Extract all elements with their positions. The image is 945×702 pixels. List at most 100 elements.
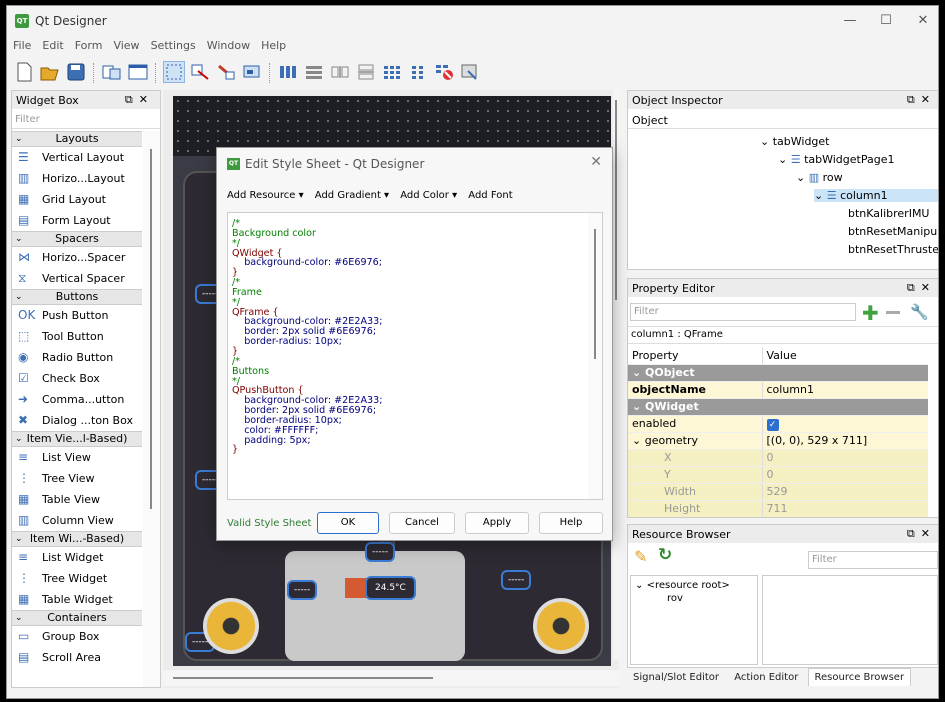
- widget-item[interactable]: ▦ Grid Layout: [12, 189, 142, 210]
- edit-buddies-icon[interactable]: [215, 61, 237, 83]
- tree-item-row[interactable]: ⌄ ▥ row: [796, 171, 843, 184]
- new-file-icon[interactable]: [13, 61, 35, 83]
- cancel-button[interactable]: Cancel: [389, 512, 455, 534]
- property-row[interactable]: Y0: [628, 466, 928, 484]
- tree-item[interactable]: btnResetManipul: [848, 225, 938, 238]
- remove-property-icon[interactable]: [886, 311, 900, 314]
- tree-item-column1[interactable]: ⌄ ☰ column1: [814, 189, 938, 202]
- property-row[interactable]: enabled ✓: [628, 415, 928, 433]
- widget-category[interactable]: ⌄ Layouts: [12, 131, 142, 147]
- window-icon[interactable]: [127, 61, 149, 83]
- edit-tab-order-icon[interactable]: [241, 61, 263, 83]
- widget-item[interactable]: ▭ Group Box: [12, 626, 142, 647]
- form-vertical-scrollbar[interactable]: [613, 90, 619, 660]
- widget-item[interactable]: ☑ Check Box: [12, 368, 142, 389]
- checkbox-checked-icon[interactable]: ✓: [766, 418, 779, 431]
- edit-widgets-icon[interactable]: [163, 61, 185, 83]
- stylesheet-editor[interactable]: /* Background color */ QWidget { backgro…: [227, 212, 603, 500]
- widget-item[interactable]: ▦ Table Widget: [12, 589, 142, 610]
- menu-help[interactable]: Help: [255, 36, 291, 52]
- menu-edit[interactable]: Edit: [36, 36, 68, 52]
- widget-mode-icon[interactable]: [101, 61, 123, 83]
- widget-item[interactable]: ☰ Vertical Layout: [12, 147, 142, 168]
- open-folder-icon[interactable]: [39, 61, 61, 83]
- property-row[interactable]: X0: [628, 449, 928, 467]
- configure-wrench-icon[interactable]: 🔧: [910, 303, 929, 321]
- resource-root-item[interactable]: ⌄ <resource root>: [635, 580, 753, 591]
- menu-window[interactable]: Window: [201, 36, 255, 52]
- dock-controls[interactable]: ⧉✕: [907, 527, 936, 541]
- save-icon[interactable]: [65, 61, 87, 83]
- widget-item[interactable]: ➜ Comma...utton: [12, 389, 142, 410]
- add-color-button[interactable]: Add Color ▾: [400, 190, 457, 201]
- widget-category[interactable]: ⌄ Buttons: [12, 289, 142, 305]
- menu-view[interactable]: View: [107, 36, 144, 52]
- property-row[interactable]: ⌄ geometry [(0, 0), 529 x 711]: [628, 432, 928, 450]
- widget-item[interactable]: OK Push Button: [12, 305, 142, 326]
- property-row[interactable]: ⌄ QWidget: [628, 398, 928, 416]
- menu-form[interactable]: Form: [69, 36, 108, 52]
- vertical-splitter-icon[interactable]: [355, 61, 377, 83]
- add-font-button[interactable]: Add Font: [468, 190, 512, 201]
- ok-button[interactable]: OK: [317, 512, 379, 534]
- adjust-size-icon[interactable]: [459, 61, 481, 83]
- widget-category[interactable]: ⌄ Item Wi...-Based): [12, 531, 142, 547]
- minimize-button[interactable]: —: [837, 12, 863, 30]
- tab-signal-slot-editor[interactable]: Signal/Slot Editor: [627, 669, 725, 686]
- tree-item[interactable]: btnKalibrerIMU: [848, 207, 929, 220]
- edit-resources-pencil-icon[interactable]: ✎: [634, 547, 647, 566]
- maximize-button[interactable]: ☐: [873, 12, 899, 30]
- form-button[interactable]: -----: [501, 570, 532, 590]
- widget-item[interactable]: ⬚ Tool Button: [12, 326, 142, 347]
- widget-item[interactable]: ▥ Column View: [12, 510, 142, 531]
- dock-controls[interactable]: ⧉✕: [125, 93, 154, 107]
- grid-layout-icon[interactable]: [381, 61, 403, 83]
- widget-item[interactable]: ⋈ Horizo...Spacer: [12, 247, 142, 268]
- widget-category[interactable]: ⌄ Containers: [12, 610, 142, 626]
- add-property-icon[interactable]: ✚: [862, 301, 879, 325]
- widget-item[interactable]: ⋮ Tree Widget: [12, 568, 142, 589]
- resource-item-rov[interactable]: rov: [635, 593, 753, 604]
- widget-item[interactable]: ▤ Form Layout: [12, 210, 142, 231]
- widget-item[interactable]: ▤ Scroll Area: [12, 647, 142, 668]
- property-row[interactable]: Height 711: [628, 500, 928, 517]
- tree-item-tabwidgetpage1[interactable]: ⌄ ☰ tabWidgetPage1: [778, 153, 894, 166]
- property-row[interactable]: ⌄ QObject: [628, 364, 928, 382]
- property-filter-input[interactable]: Filter: [630, 303, 856, 321]
- property-row[interactable]: objectName column1: [628, 381, 928, 399]
- edit-signals-icon[interactable]: [189, 61, 211, 83]
- widget-item[interactable]: ⋮ Tree View: [12, 468, 142, 489]
- tree-item-tabwidget[interactable]: ⌄ tabWidget: [760, 135, 830, 148]
- widget-item[interactable]: ⧖ Vertical Spacer: [12, 268, 142, 289]
- add-gradient-button[interactable]: Add Gradient ▾: [315, 190, 389, 201]
- menu-file[interactable]: File: [7, 36, 36, 52]
- tab-action-editor[interactable]: Action Editor: [728, 669, 804, 686]
- break-layout-icon[interactable]: [433, 61, 455, 83]
- widget-item[interactable]: ≡ List View: [12, 447, 142, 468]
- widget-item[interactable]: ◉ Radio Button: [12, 347, 142, 368]
- horizontal-splitter-icon[interactable]: [329, 61, 351, 83]
- widget-box-filter-input[interactable]: Filter: [12, 111, 160, 129]
- reload-icon[interactable]: ↻: [658, 545, 672, 565]
- widget-category[interactable]: ⌄ Item Vie...l-Based): [12, 431, 142, 447]
- close-window-button[interactable]: ✕: [910, 12, 936, 30]
- help-button[interactable]: Help: [539, 512, 603, 534]
- form-button[interactable]: -----: [287, 580, 318, 600]
- widget-item[interactable]: ▥ Horizo...Layout: [12, 168, 142, 189]
- widget-item[interactable]: ✖ Dialog ...ton Box: [12, 410, 142, 431]
- tab-resource-browser[interactable]: Resource Browser: [807, 668, 912, 686]
- tree-item[interactable]: btnResetThruster: [848, 243, 938, 256]
- horizontal-layout-icon[interactable]: [277, 61, 299, 83]
- form-horizontal-scrollbar[interactable]: [163, 670, 619, 686]
- form-layout-icon[interactable]: [407, 61, 429, 83]
- close-icon[interactable]: ✕: [590, 154, 602, 170]
- add-resource-button[interactable]: Add Resource ▾: [227, 190, 304, 201]
- resource-filter-input[interactable]: Filter: [808, 551, 938, 569]
- property-row[interactable]: Width 529: [628, 483, 928, 501]
- menu-settings[interactable]: Settings: [145, 36, 201, 52]
- widget-item[interactable]: ▦ Table View: [12, 489, 142, 510]
- widget-item[interactable]: ≡ List Widget: [12, 547, 142, 568]
- editor-scrollbar[interactable]: [588, 213, 602, 499]
- vertical-layout-icon[interactable]: [303, 61, 325, 83]
- widget-box-scrollbar[interactable]: [143, 131, 160, 687]
